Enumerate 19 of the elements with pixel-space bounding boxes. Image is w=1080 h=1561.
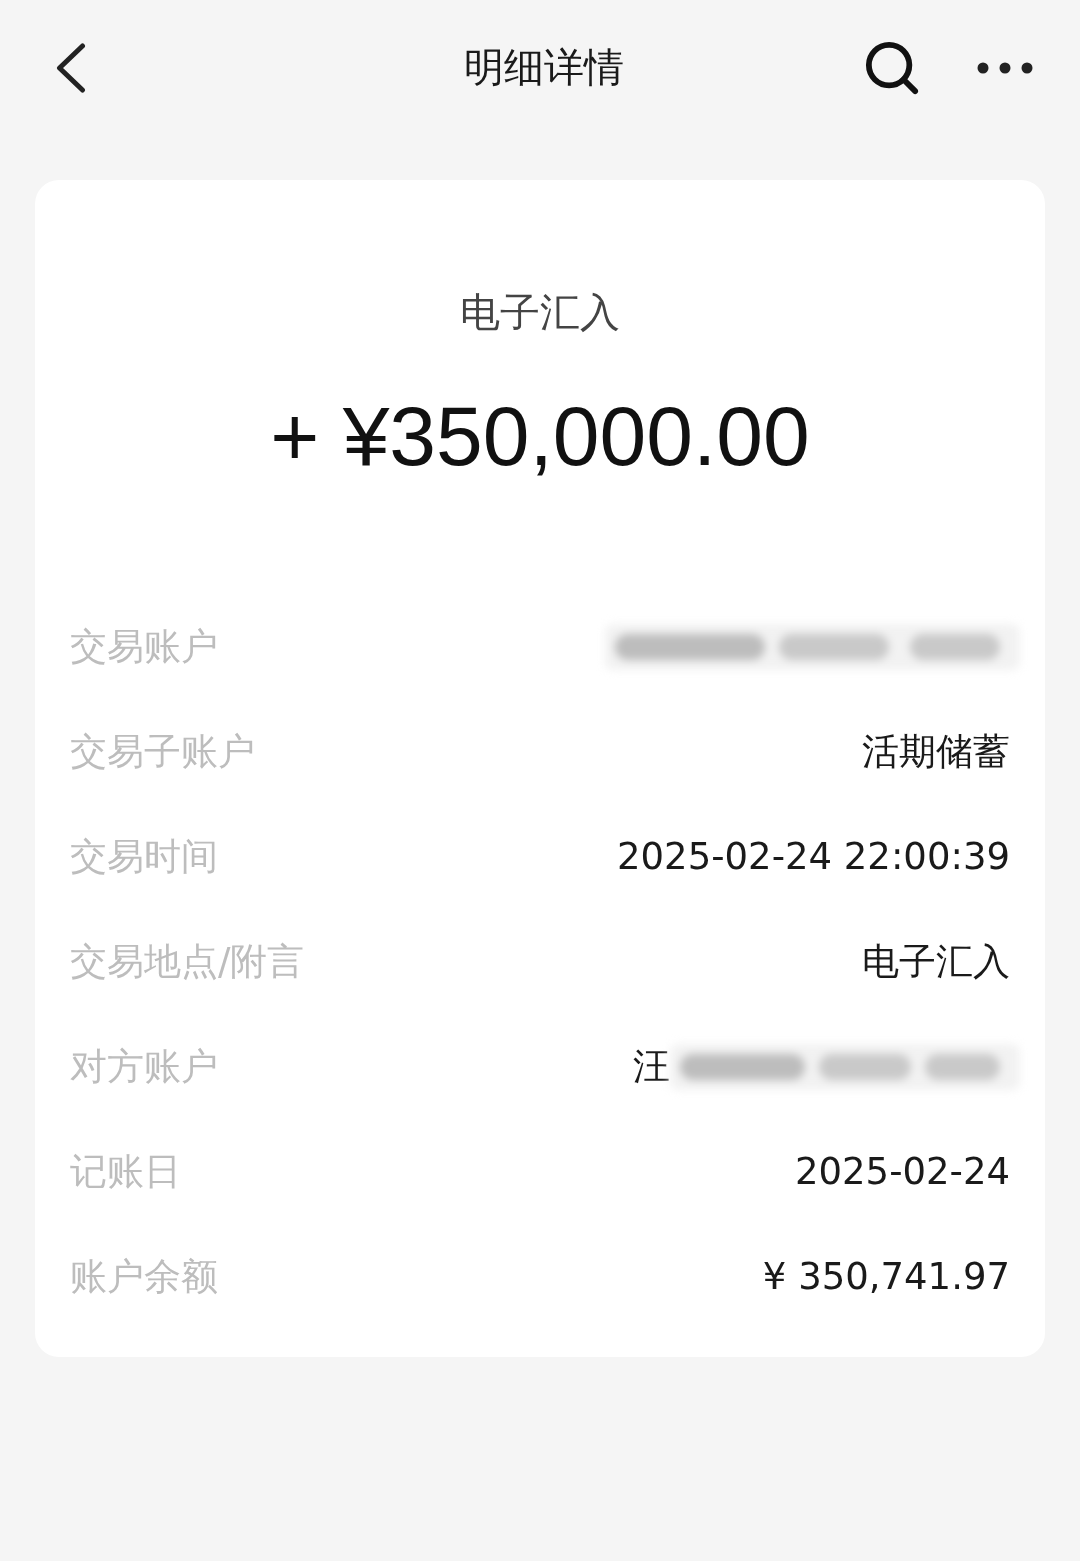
detail-value: 活期储蓄 <box>862 728 1010 775</box>
search-icon[interactable] <box>865 40 919 95</box>
detail-label: 交易子账户 <box>70 728 255 775</box>
transaction-amount: + ¥350,000.00 <box>270 388 810 484</box>
detail-value: 2025-02-24 <box>794 1150 1010 1193</box>
transaction-type: 电子汇入 <box>460 288 620 336</box>
detail-value: 电子汇入 <box>862 938 1010 985</box>
detail-label: 交易账户 <box>70 623 218 670</box>
page-title: 明细详情 <box>464 43 624 92</box>
detail-label: 交易地点/附言 <box>70 938 305 985</box>
detail-label: 账户余额 <box>70 1253 218 1300</box>
detail-value: 汪 <box>633 1043 670 1090</box>
detail-label: 记账日 <box>70 1148 181 1195</box>
detail-value: 2025-02-24 22:00:39 <box>617 835 1010 878</box>
back-icon[interactable] <box>55 42 86 93</box>
detail-label: 交易时间 <box>70 833 218 880</box>
more-icon[interactable] <box>977 61 1033 74</box>
detail-value: ¥ 350,741.97 <box>762 1255 1010 1298</box>
detail-label: 对方账户 <box>70 1043 218 1090</box>
